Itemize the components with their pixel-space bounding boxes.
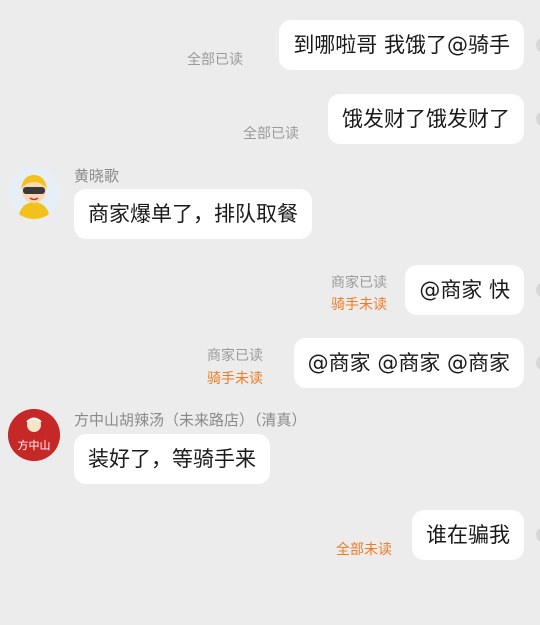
sender-avatar[interactable]: 方中山 (8, 409, 60, 461)
cartoon-avatar-icon (8, 167, 60, 219)
read-status: 全部已读 (243, 126, 299, 142)
chat-thread: 全部已读 到哪啦哥 我饿了@骑手 全部已读 饿发财了饿发财了 黄晓歌 商家爆单了… (0, 0, 540, 625)
sender-name: 黄晓歌 (74, 167, 120, 185)
unread-status: 全部未读 (336, 542, 392, 558)
message-bubble[interactable]: 饿发财了饿发财了 (328, 94, 524, 144)
merchant-read-status: 商家已读 (331, 275, 387, 291)
read-status: 全部已读 (187, 52, 243, 68)
message-bubble[interactable]: 商家爆单了，排队取餐 (74, 189, 312, 239)
message-bubble[interactable]: @商家 快 (405, 265, 524, 315)
rider-unread-status: 骑手未读 (207, 371, 263, 387)
sender-name: 方中山胡辣汤（未来路店）（清真） (74, 411, 307, 429)
message-bubble[interactable]: 谁在骗我 (412, 510, 524, 560)
message-bubble[interactable]: 装好了，等骑手来 (74, 434, 270, 484)
user-avatar-edge (536, 37, 540, 53)
user-avatar-edge (536, 527, 540, 543)
shop-logo-text: 方中山 (18, 438, 51, 452)
message-bubble[interactable]: 到哪啦哥 我饿了@骑手 (279, 20, 524, 70)
sender-avatar[interactable] (8, 167, 60, 219)
rider-unread-status: 骑手未读 (331, 297, 387, 313)
user-avatar-edge (536, 111, 540, 127)
shop-logo-icon: 方中山 (8, 409, 60, 461)
message-bubble[interactable]: @商家 @商家 @商家 (293, 338, 524, 388)
user-avatar-edge (536, 282, 540, 298)
user-avatar-edge (536, 355, 540, 371)
merchant-read-status: 商家已读 (207, 348, 263, 364)
